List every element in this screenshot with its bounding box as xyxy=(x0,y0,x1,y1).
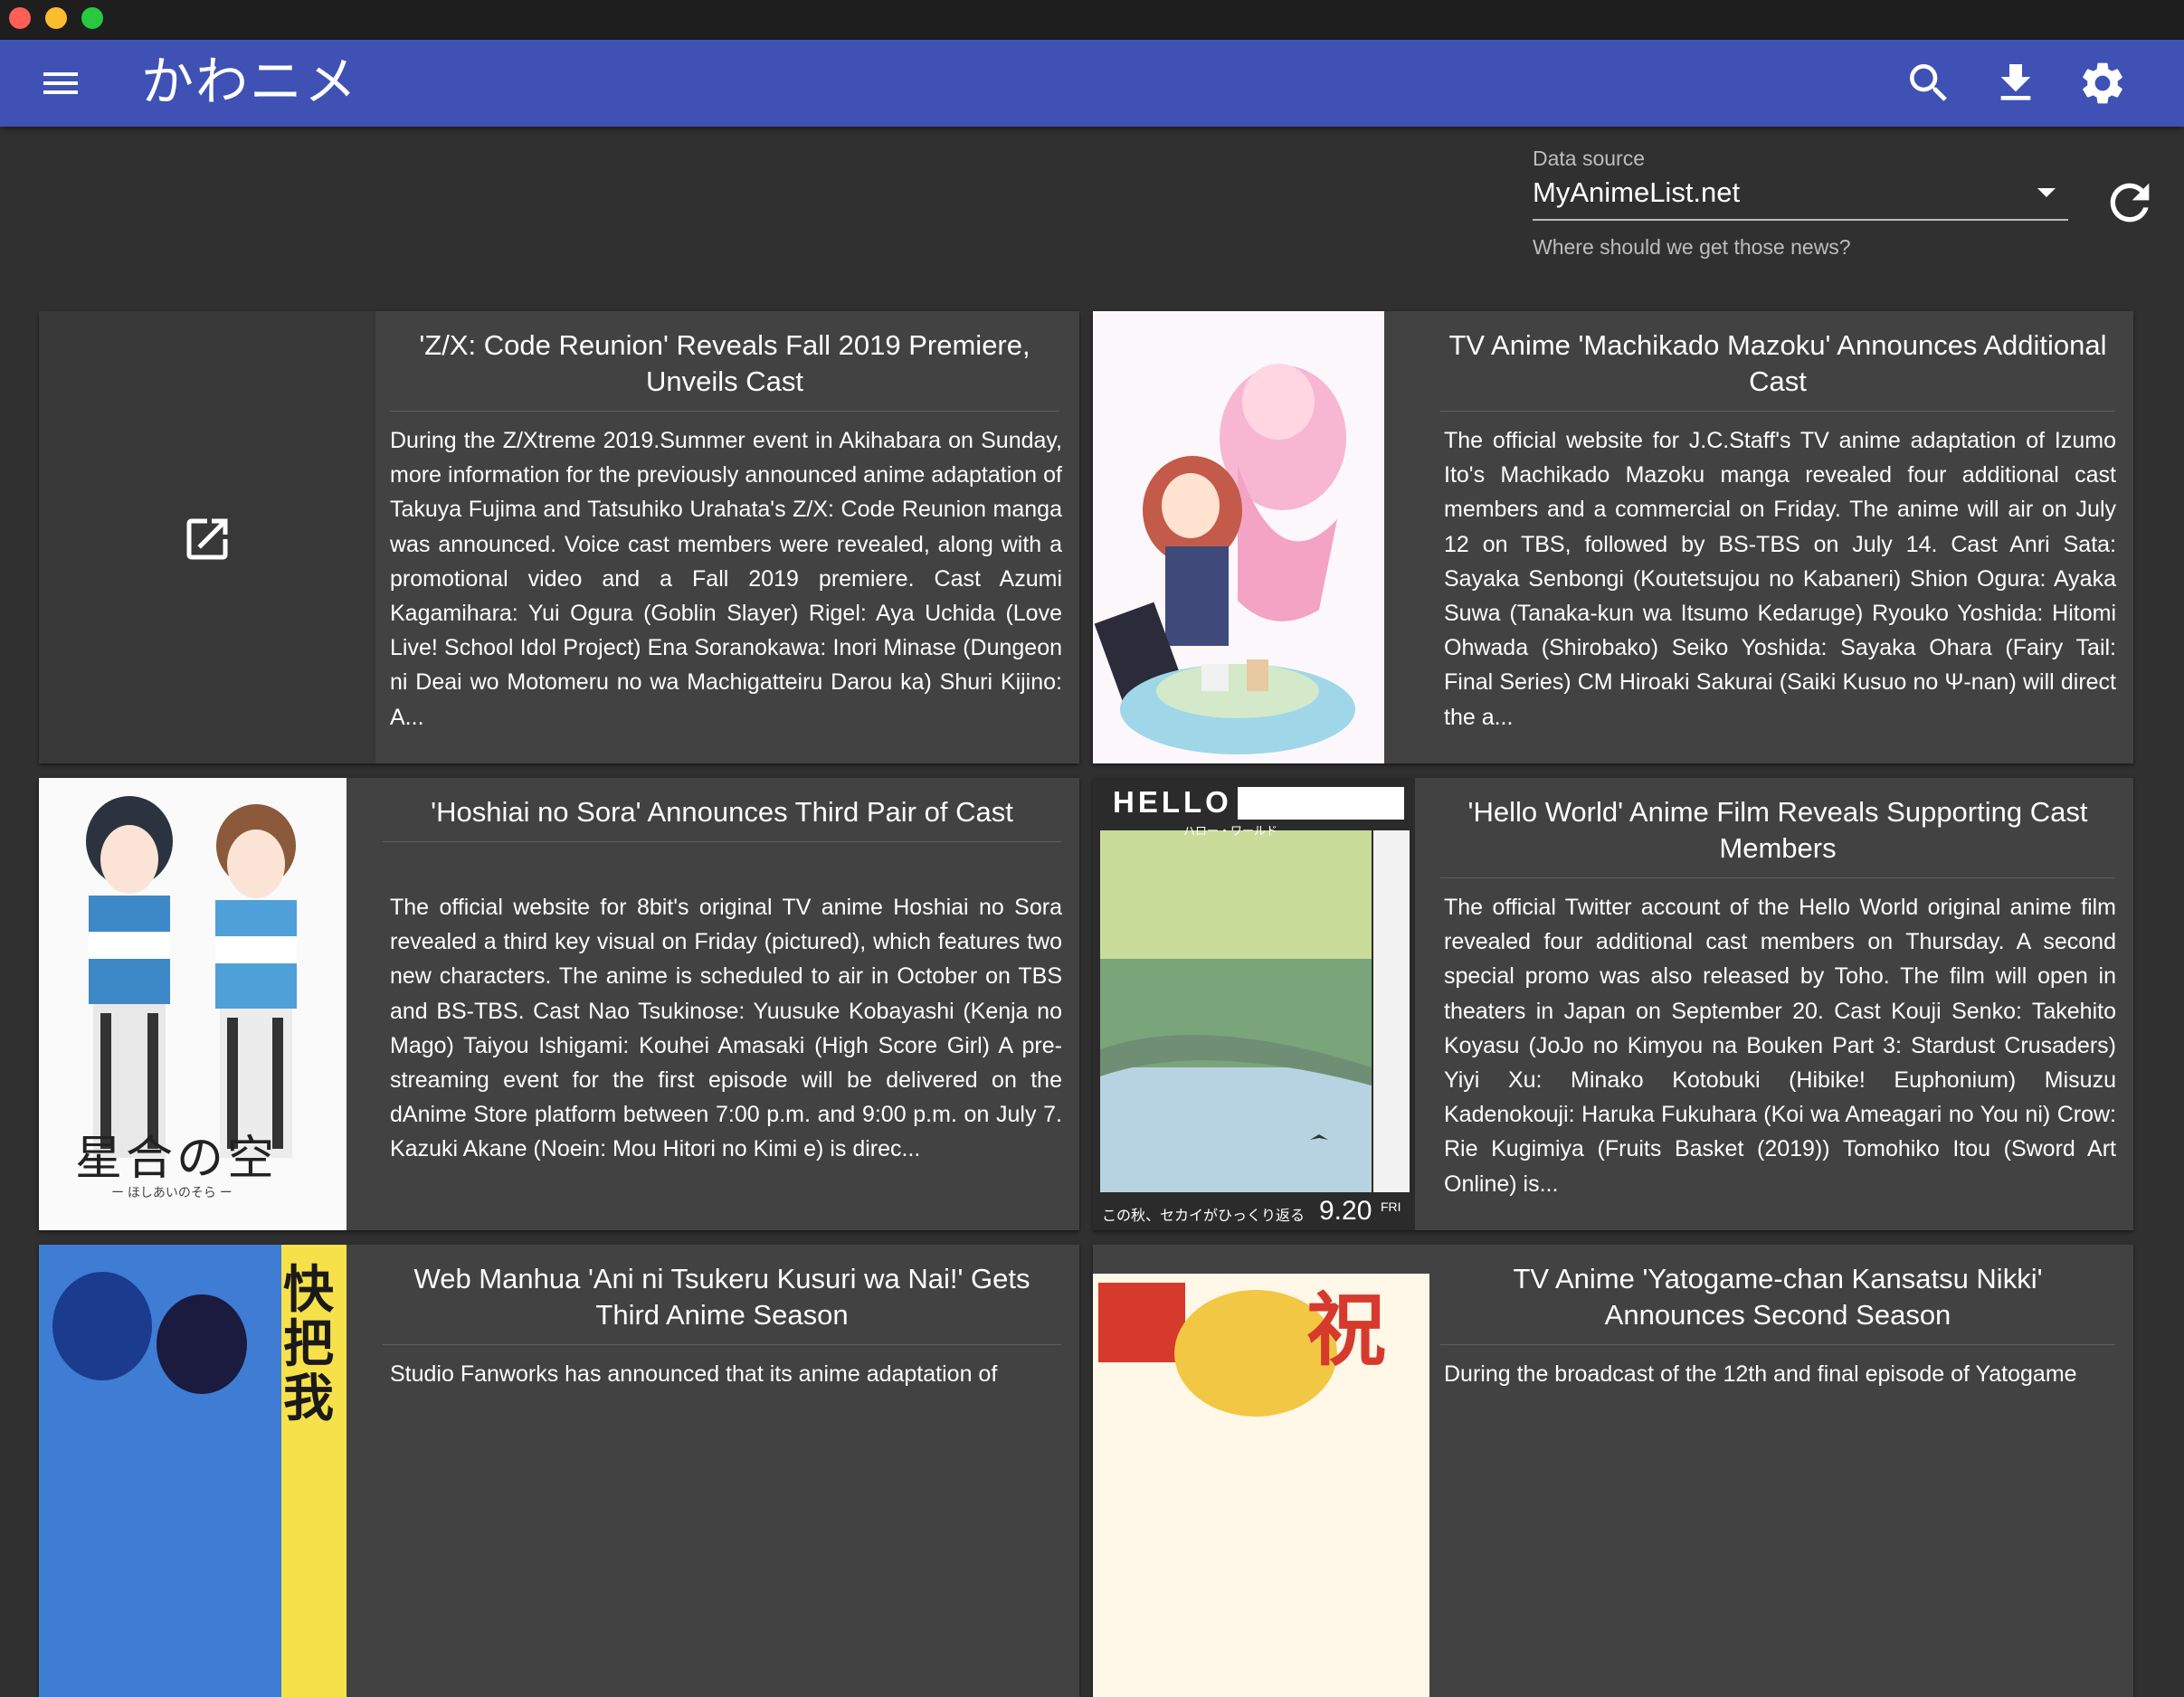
card-image: 祝 xyxy=(1093,1245,1429,1697)
search-icon xyxy=(1910,64,1947,101)
card-title: 'Hoshiai no Sora' Announces Third Pair o… xyxy=(383,794,1061,842)
card-body: Studio Fanworks has announced that its a… xyxy=(390,1361,998,1387)
menu-icon xyxy=(43,72,78,94)
data-source-label: Data source xyxy=(1533,147,1646,170)
card-image xyxy=(1093,311,1384,763)
card-title: TV Anime 'Yatogame-chan Kansatsu Nikki' … xyxy=(1440,1261,2115,1345)
card-title: Web Manhua 'Ani ni Tsukeru Kusuri wa Nai… xyxy=(383,1261,1061,1345)
minimize-window-button[interactable] xyxy=(45,7,67,29)
maximize-window-button[interactable] xyxy=(81,7,103,29)
settings-icon xyxy=(2083,62,2122,104)
dropdown-arrow-icon xyxy=(2037,188,2056,197)
close-window-button[interactable] xyxy=(9,7,31,29)
card-image-title: 快把我 xyxy=(283,1261,334,1427)
card-body: The official website for 8bit's original… xyxy=(390,895,1062,1162)
data-source-value: MyAnimeList.net xyxy=(1533,176,1741,208)
card-image-title: 祝 xyxy=(1306,1283,1387,1377)
open-in-new-icon[interactable] xyxy=(180,512,234,566)
card-body: The official website for J.C.Staff's TV … xyxy=(1444,428,2116,730)
news-card[interactable]: 快把我 Web Manhua 'Ani ni Tsukeru Kusuri wa… xyxy=(39,1245,1079,1697)
menu-button[interactable] xyxy=(31,62,90,105)
card-image-placeholder xyxy=(39,311,375,763)
data-source-field: Data source MyAnimeList.net Where should… xyxy=(1533,145,2068,260)
card-body: During the broadcast of the 12th and fin… xyxy=(1444,1361,2077,1387)
news-card[interactable]: 祝 TV Anime 'Yatogame-chan Kansatsu Nikki… xyxy=(1093,1245,2133,1697)
card-image-subtitle: ハロー・ワールド xyxy=(1183,824,1278,838)
card-title: TV Anime 'Machikado Mazoku' Announces Ad… xyxy=(1440,327,2115,412)
card-title: 'Z/X: Code Reunion' Reveals Fall 2019 Pr… xyxy=(390,327,1059,412)
card-image-title: 星合の空 xyxy=(75,1132,279,1186)
machikado-mazoku-visual xyxy=(1093,311,1384,763)
card-image: 快把我 xyxy=(39,1245,347,1697)
refresh-button[interactable] xyxy=(2101,174,2159,232)
card-title: 'Hello World' Anime Film Reveals Support… xyxy=(1440,794,2115,878)
refresh-icon xyxy=(2110,183,2150,223)
settings-button[interactable] xyxy=(2077,58,2128,109)
search-button[interactable] xyxy=(1904,58,1954,109)
download-icon xyxy=(2000,64,2031,100)
card-image-date: 9.20 xyxy=(1319,1196,1372,1226)
card-body: The official Twitter account of the Hell… xyxy=(1444,895,2116,1197)
card-image: HELLO WORLD ハロー・ワールド この秋、セカイがひっくり返る 9.20… xyxy=(1093,778,1415,1230)
news-card[interactable]: HELLO WORLD ハロー・ワールド この秋、セカイがひっくり返る 9.20… xyxy=(1093,778,2133,1230)
news-card[interactable]: TV Anime 'Machikado Mazoku' Announces Ad… xyxy=(1093,311,2133,763)
card-image: 星合の空 ー ほしあいのそら ー xyxy=(39,778,347,1230)
card-image-title: HELLO WORLD xyxy=(1113,785,1375,819)
data-source-select[interactable]: MyAnimeList.net xyxy=(1533,172,2068,221)
hello-world-poster xyxy=(1093,778,1415,1230)
news-card[interactable]: 星合の空 ー ほしあいのそら ー 'Hoshiai no Sora' Annou… xyxy=(39,778,1079,1230)
card-image-subtitle: ー ほしあいのそら ー xyxy=(111,1185,233,1199)
card-image-footer: この秋、セカイがひっくり返る xyxy=(1102,1209,1306,1224)
card-body: During the Z/Xtreme 2019.Summer event in… xyxy=(390,428,1062,730)
app-title: かわニメ xyxy=(141,51,359,112)
window-titlebar xyxy=(0,0,2184,40)
news-card[interactable]: 'Z/X: Code Reunion' Reveals Fall 2019 Pr… xyxy=(39,311,1079,763)
download-button[interactable] xyxy=(1990,58,2041,109)
app-bar: かわニメ xyxy=(0,40,2184,127)
data-source-hint: Where should we get those news? xyxy=(1533,235,1851,259)
card-image-date-suffix: FRI xyxy=(1381,1199,1401,1214)
